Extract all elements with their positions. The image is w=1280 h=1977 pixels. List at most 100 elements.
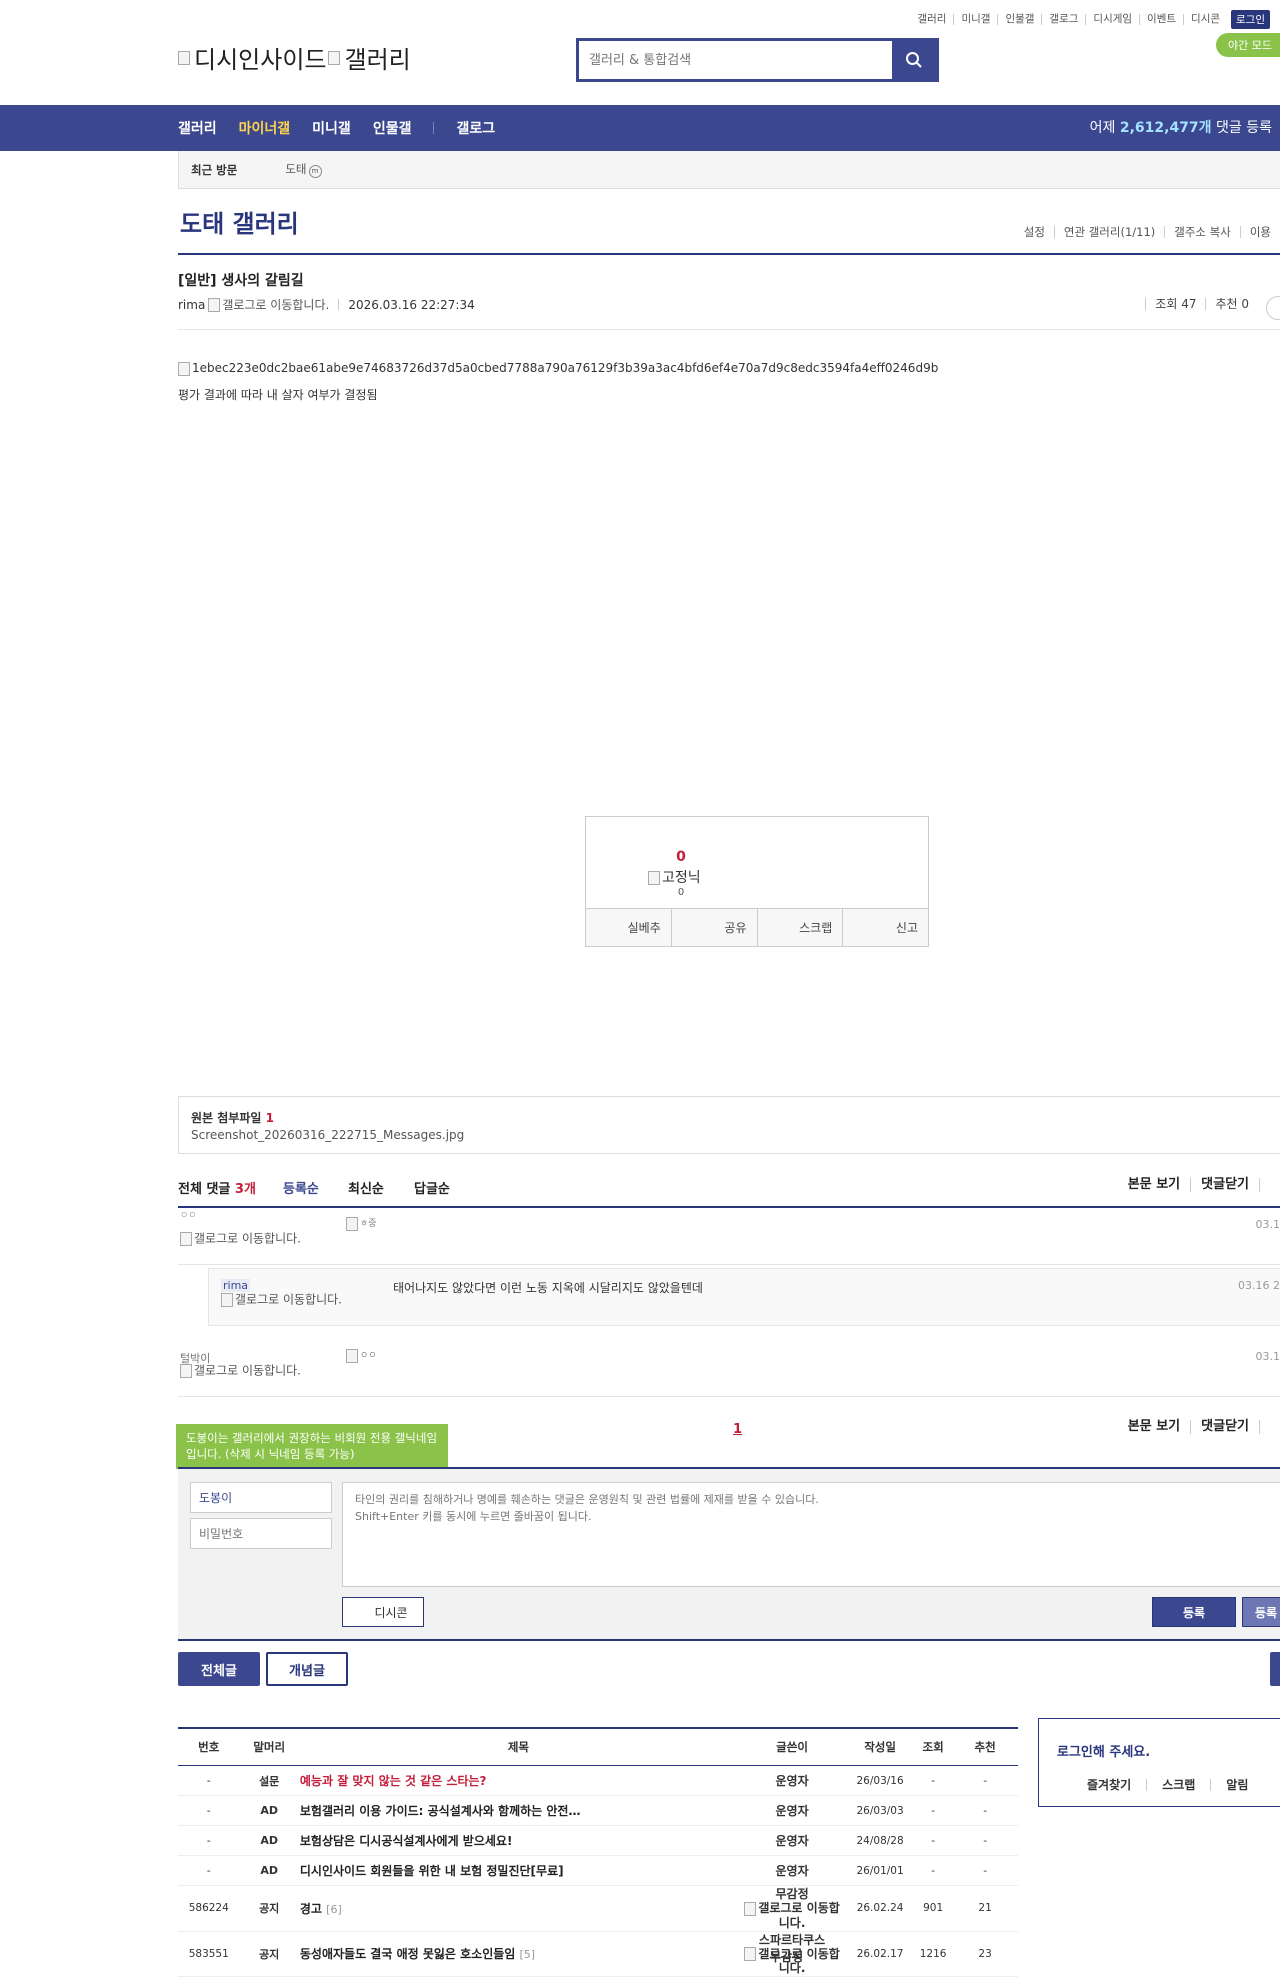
recommend-count[interactable]: 0: [586, 849, 776, 865]
row-title[interactable]: 보험갤러리 이용 가이드: 공식설계사와 함께하는 안전…: [299, 1796, 738, 1826]
top-menu-gallery[interactable]: 갤러리: [910, 14, 953, 25]
nav-person-gallery[interactable]: 인물갤: [373, 118, 412, 138]
nickname-field[interactable]: [190, 1482, 332, 1513]
top-menu-dccon[interactable]: 디시콘: [1183, 14, 1227, 25]
post-body-text: 평가 결과에 따라 내 살자 여부가 결정됨: [178, 386, 378, 403]
comment-dccon: ㅎ중: [346, 1216, 377, 1231]
broken-image-icon: [180, 1364, 192, 1378]
comment-link-divider: [1259, 1178, 1280, 1192]
row-title[interactable]: 경고 [6]: [299, 1886, 738, 1932]
row-writer[interactable]: 운영자: [738, 1856, 846, 1886]
row-writer[interactable]: 무감정갤로그로 이동합니다.: [738, 1886, 846, 1932]
submit-register-button[interactable]: 등록: [1242, 1597, 1280, 1627]
scrap-button[interactable]: 스크랩: [757, 909, 843, 946]
table-row[interactable]: - AD 디시인사이드 회원들을 위한 내 보험 정밀진단[무료] 운영자 26…: [178, 1856, 1018, 1886]
attachment-file[interactable]: Screenshot_20260316_222715_Messages.jpg: [191, 1128, 464, 1142]
broken-image-icon: [744, 1947, 756, 1961]
row-title[interactable]: 예능과 잘 맞지 않는 것 같은 스타는?: [299, 1766, 738, 1796]
password-field[interactable]: [190, 1518, 332, 1549]
close-comments-link[interactable]: 댓글닫기: [1190, 1178, 1259, 1192]
comment-gallog-link[interactable]: 갤로그로 이동합니다.: [180, 1232, 310, 1246]
login-button[interactable]: 로그인: [1231, 10, 1270, 29]
top-menu-game[interactable]: 디시게임: [1085, 14, 1139, 25]
submit-button[interactable]: 등록: [1152, 1597, 1236, 1627]
top-menu-event[interactable]: 이벤트: [1139, 14, 1183, 25]
nav-minor-gallery[interactable]: 마이너갤: [239, 118, 291, 138]
reply-gallog-link[interactable]: 갤로그로 이동합니다.: [221, 1293, 351, 1307]
row-title[interactable]: 보험상담은 디시공식설계사에게 받으세요!: [299, 1826, 738, 1856]
comment-textarea[interactable]: [342, 1482, 1280, 1587]
close-comments-link[interactable]: 댓글닫기: [1190, 1420, 1259, 1434]
sort-registered[interactable]: 등록순: [283, 1178, 319, 1197]
gallog-link[interactable]: 갤로그로 이동합니다.: [222, 296, 329, 313]
table-row[interactable]: 583551 공지 동성애자들도 결국 애정 못잃은 호소인들임 [5] 스파르…: [178, 1931, 1018, 1977]
gallery-title[interactable]: 도태 갤러리: [180, 204, 299, 239]
top-menu-person[interactable]: 인물갤: [997, 14, 1041, 25]
title-divider: [178, 253, 1280, 255]
night-mode-button[interactable]: 야간 모드: [1216, 33, 1280, 57]
row-title[interactable]: 동성애자들도 결국 애정 못잃은 호소인들임 [5]: [299, 1931, 738, 1977]
table-row[interactable]: - AD 보험상담은 디시공식설계사에게 받으세요! 운영자 24/08/28 …: [178, 1826, 1018, 1856]
reply-date: 03.16 2: [1238, 1279, 1280, 1292]
write-button-partial[interactable]: [1270, 1652, 1280, 1686]
login-box-menu: 즐겨찾기 스크랩 알림: [1087, 1779, 1263, 1791]
scrap-link[interactable]: 스크랩: [1146, 1779, 1210, 1791]
gallery-settings-link[interactable]: 설정: [1015, 226, 1054, 238]
top-menu-minor[interactable]: 미니갤: [953, 14, 997, 25]
search-input[interactable]: [579, 41, 892, 79]
search-button[interactable]: [892, 41, 936, 79]
row-writer[interactable]: 운영자: [738, 1796, 846, 1826]
table-row[interactable]: - AD 보험갤러리 이용 가이드: 공식설계사와 함께하는 안전… 운영자 2…: [178, 1796, 1018, 1826]
usage-link[interactable]: 이용: [1240, 226, 1280, 238]
sort-latest[interactable]: 최신순: [348, 1178, 384, 1197]
view-body-link[interactable]: 본문 보기: [1118, 1178, 1190, 1192]
reply-nick[interactable]: rima: [221, 1279, 250, 1292]
row-reply-count[interactable]: [6]: [326, 1903, 342, 1916]
comment-nick[interactable]: ㅇㅇ: [180, 1208, 197, 1221]
row-title-text: 동성애자들도 결국 애정 못잃은 호소인들임: [300, 1947, 515, 1961]
nav-gallog[interactable]: 갤로그: [456, 118, 495, 138]
related-gallery-link[interactable]: 연관 갤러리(1/11): [1054, 226, 1164, 238]
gallery-links: 설정 연관 갤러리(1/11) 갤주소 복사 이용: [1015, 226, 1280, 238]
top-menu: 갤러리 미니갤 인물갤 갤로그 디시게임 이벤트 디시콘 로그인: [910, 10, 1270, 29]
row-num: 586224: [178, 1886, 240, 1932]
table-row[interactable]: 586224 공지 경고 [6] 무감정갤로그로 이동합니다. 26.02.24…: [178, 1886, 1018, 1932]
recent-label[interactable]: 최근 방문: [179, 162, 249, 178]
favorites-link[interactable]: 즐겨찾기: [1087, 1779, 1146, 1791]
row-reply-count[interactable]: [5]: [520, 1948, 536, 1961]
table-row[interactable]: - 설문 예능과 잘 맞지 않는 것 같은 스타는? 운영자 26/03/16 …: [178, 1766, 1018, 1796]
row-writer-gallog[interactable]: 갤로그로 이동합니다.: [758, 1901, 839, 1930]
nav-mini-gallery[interactable]: 미니갤: [312, 118, 351, 138]
best-recommend-button[interactable]: 실베추: [586, 909, 671, 946]
row-title-text: 경고: [300, 1902, 322, 1916]
comment-dccon-alt: ㅇㅇ: [360, 1351, 377, 1361]
recent-item[interactable]: 도태m: [285, 161, 321, 178]
top-menu-gallog[interactable]: 갤로그: [1041, 14, 1085, 25]
nav-gallery[interactable]: 갤러리: [178, 118, 217, 138]
post-image-alt: 1ebec223e0dc2bae61abe9e74683726d37d5a0cb…: [192, 361, 938, 375]
share-button[interactable]: 공유: [671, 909, 757, 946]
next-row-writer[interactable]: 무감정: [770, 1948, 803, 1965]
comment-gallog-link[interactable]: 갤로그로 이동합니다.: [180, 1364, 310, 1378]
recent-item-label: 도태: [285, 162, 306, 176]
row-writer[interactable]: 운영자: [738, 1826, 846, 1856]
logo[interactable]: 디시인사이드 갤러리: [178, 40, 411, 75]
share-circle-icon[interactable]: [1266, 296, 1280, 320]
comment-total: 전체 댓글 3개: [178, 1178, 256, 1197]
row-writer[interactable]: 운영자: [738, 1766, 846, 1796]
dccon-button[interactable]: 디시콘: [342, 1597, 424, 1627]
copy-address-link[interactable]: 갤주소 복사: [1164, 226, 1240, 238]
tab-all-posts[interactable]: 전체글: [178, 1652, 260, 1686]
row-title[interactable]: 디시인사이드 회원들을 위한 내 보험 정밀진단[무료]: [299, 1856, 738, 1886]
report-button[interactable]: 신고: [842, 909, 928, 946]
sort-replies[interactable]: 답글순: [414, 1178, 450, 1197]
login-prompt[interactable]: 로그인해 주세요.: [1057, 1741, 1150, 1760]
post-meta: rima 갤로그로 이동합니다. 2026.03.16 22:27:34: [178, 296, 475, 313]
notification-link[interactable]: 알림: [1210, 1779, 1263, 1791]
comment-reply: rima 갤로그로 이동합니다. 태어나지도 않았다면 이런 노동 지옥에 시달…: [208, 1268, 1280, 1326]
comment-page-1[interactable]: 1: [733, 1422, 742, 1437]
nav-divider: [433, 122, 434, 134]
tab-concept-posts[interactable]: 개념글: [266, 1652, 348, 1686]
post-author[interactable]: rima: [178, 298, 205, 312]
view-body-link[interactable]: 본문 보기: [1118, 1420, 1190, 1434]
